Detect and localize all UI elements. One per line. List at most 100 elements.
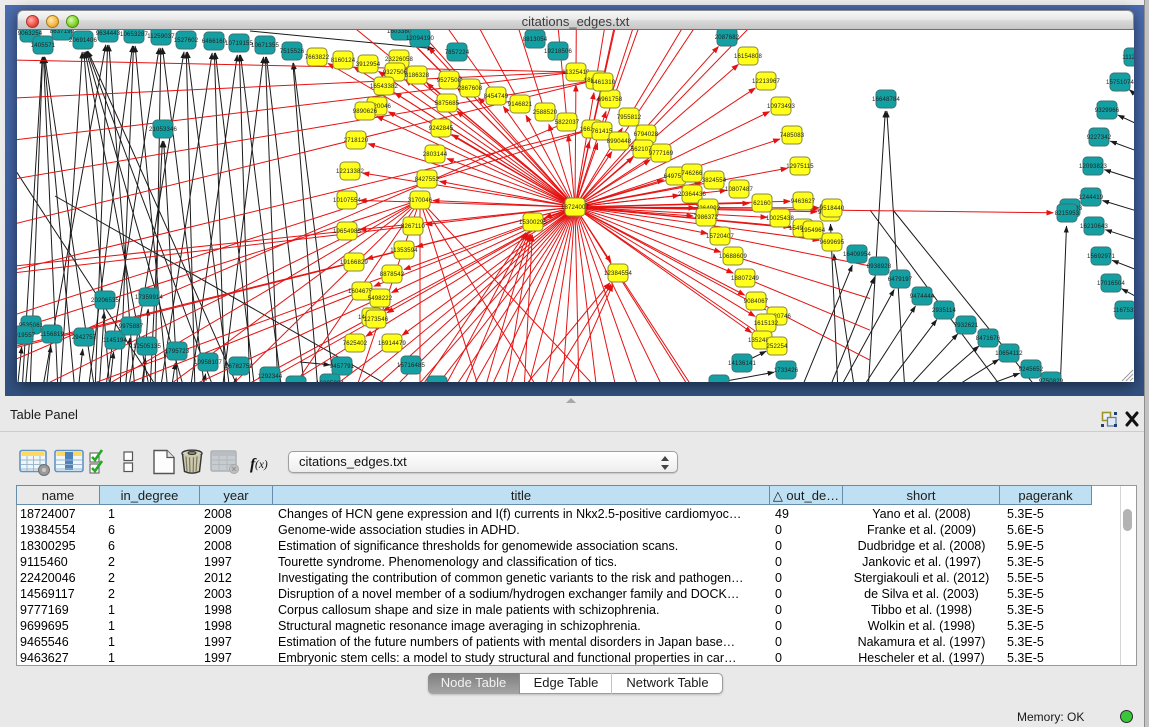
svg-text:10025438: 10025438 (766, 216, 794, 222)
svg-text:252254: 252254 (767, 344, 788, 350)
svg-text:8637199: 8637199 (50, 30, 75, 35)
svg-text:19218506: 19218506 (544, 49, 572, 55)
svg-text:10205834: 10205834 (316, 381, 344, 382)
svg-text:11353594: 11353594 (390, 248, 418, 254)
svg-text:18807249: 18807249 (731, 276, 759, 282)
svg-text:20691406: 20691406 (69, 38, 97, 44)
svg-text:8938928: 8938928 (867, 264, 892, 270)
svg-text:19166829: 19166829 (340, 260, 368, 266)
svg-text:9227342: 9227342 (1087, 135, 1112, 141)
svg-text:1405571: 1405571 (31, 43, 56, 49)
svg-text:19654985: 19654985 (333, 229, 361, 235)
svg-text:(x): (x) (255, 459, 268, 471)
svg-text:1733426: 1733426 (774, 368, 799, 374)
svg-text:2718120: 2718120 (344, 138, 369, 144)
svg-text:16543382: 16543382 (370, 84, 398, 90)
svg-text:8215953: 8215953 (1055, 211, 1080, 217)
svg-text:1112133: 1112133 (1122, 55, 1134, 61)
svg-text:1527602: 1527602 (174, 38, 199, 44)
svg-text:12384554: 12384554 (604, 271, 632, 277)
svg-text:9084067: 9084067 (744, 299, 769, 305)
svg-text:6466160: 6466160 (202, 39, 227, 45)
svg-text:9527508: 9527508 (437, 78, 462, 84)
svg-text:12213382: 12213382 (336, 169, 364, 175)
svg-text:1273546: 1273546 (364, 317, 389, 323)
svg-text:8267110: 8267110 (401, 224, 425, 230)
svg-text:20364436: 20364436 (678, 192, 706, 198)
svg-text:8160124: 8160124 (331, 58, 356, 64)
svg-text:2588520: 2588520 (533, 110, 558, 116)
svg-text:7955812: 7955812 (617, 115, 642, 121)
svg-text:9699695: 9699695 (820, 240, 845, 246)
svg-text:1244419: 1244419 (1079, 195, 1104, 201)
svg-text:16409954: 16409954 (843, 252, 871, 258)
svg-text:6479197: 6479197 (888, 277, 913, 283)
svg-text:10654112: 10654112 (995, 351, 1023, 357)
svg-text:10719155: 10719155 (225, 41, 253, 47)
svg-text:6794028: 6794028 (634, 132, 659, 138)
svg-text:7857224: 7857224 (445, 50, 470, 56)
svg-text:12975115: 12975115 (786, 164, 814, 170)
svg-text:9777169: 9777169 (649, 151, 674, 157)
svg-text:16648784: 16648784 (872, 97, 900, 103)
svg-text:4461310: 4461310 (591, 80, 616, 86)
svg-text:7515526: 7515526 (280, 49, 305, 55)
svg-text:12213967: 12213967 (752, 79, 780, 85)
svg-text:1954964: 1954964 (801, 228, 826, 234)
svg-text:3912954: 3912954 (356, 62, 381, 68)
svg-text:9245652: 9245652 (1019, 367, 1044, 373)
svg-text:8878542: 8878542 (380, 272, 405, 278)
svg-text:15751074: 15751074 (1106, 80, 1134, 86)
svg-text:1615132: 1615132 (754, 321, 779, 327)
svg-text:21053346: 21053346 (149, 127, 177, 133)
svg-text:9750829: 9750829 (1039, 379, 1064, 382)
svg-text:7932621: 7932621 (954, 323, 979, 329)
svg-text:3170046: 3170046 (408, 198, 433, 204)
svg-text:6961758: 6961758 (598, 97, 623, 103)
svg-text:10107554: 10107554 (333, 198, 361, 204)
svg-text:1156819: 1156819 (40, 332, 64, 338)
svg-text:9329966: 9329966 (1095, 108, 1120, 114)
svg-text:18724007: 18724007 (561, 205, 589, 211)
svg-text:3824554: 3824554 (702, 178, 727, 184)
svg-text:1795723: 1795723 (165, 349, 190, 355)
svg-text:9474444: 9474444 (910, 294, 935, 300)
svg-text:1292344: 1292344 (258, 374, 283, 380)
svg-text:16782759: 16782759 (225, 364, 253, 370)
svg-text:5498222: 5498222 (368, 296, 393, 302)
svg-text:8186328: 8186328 (405, 73, 430, 79)
svg-text:10671355: 10671355 (251, 43, 279, 49)
svg-text:7625402: 7625402 (343, 341, 368, 347)
svg-text:7663822: 7663822 (305, 55, 330, 61)
svg-text:8427552: 8427552 (415, 177, 440, 183)
svg-text:3919557: 3919557 (17, 333, 36, 339)
svg-text:10807487: 10807487 (725, 187, 753, 193)
svg-text:12094190: 12094190 (406, 36, 434, 42)
svg-text:15300295: 15300295 (519, 220, 547, 226)
svg-text:10958107: 10958107 (194, 360, 222, 366)
svg-text:12505135: 12505135 (133, 344, 161, 350)
svg-text:11259037: 11259037 (147, 34, 175, 40)
svg-text:2803144: 2803144 (423, 152, 448, 158)
svg-text:1167533: 1167533 (1113, 308, 1134, 314)
svg-text:15692971: 15692971 (1087, 254, 1115, 260)
svg-text:10653287: 10653287 (120, 32, 148, 38)
svg-text:5875685: 5875685 (435, 101, 460, 107)
svg-text:23226058: 23226058 (385, 57, 413, 63)
svg-text:9890626: 9890626 (353, 109, 378, 115)
svg-text:5822037: 5822037 (555, 120, 580, 126)
svg-text:8471676: 8471676 (976, 336, 1001, 342)
svg-text:7485083: 7485083 (780, 133, 805, 139)
svg-text:9634443: 9634443 (96, 31, 121, 37)
svg-text:2087682: 2087682 (715, 35, 740, 41)
svg-text:9518440: 9518440 (820, 206, 845, 212)
svg-text:14136141: 14136141 (728, 361, 756, 367)
svg-text:9457791: 9457791 (330, 364, 355, 370)
svg-text:1145194: 1145194 (103, 338, 127, 344)
svg-text:8990448: 8990448 (607, 139, 632, 145)
svg-text:12093823: 12093823 (1079, 164, 1107, 170)
svg-text:16154808: 16154808 (734, 54, 762, 60)
svg-text:16914479: 16914479 (378, 341, 406, 347)
svg-text:20206535: 20206535 (91, 298, 119, 304)
svg-text:15720407: 15720407 (706, 234, 734, 240)
